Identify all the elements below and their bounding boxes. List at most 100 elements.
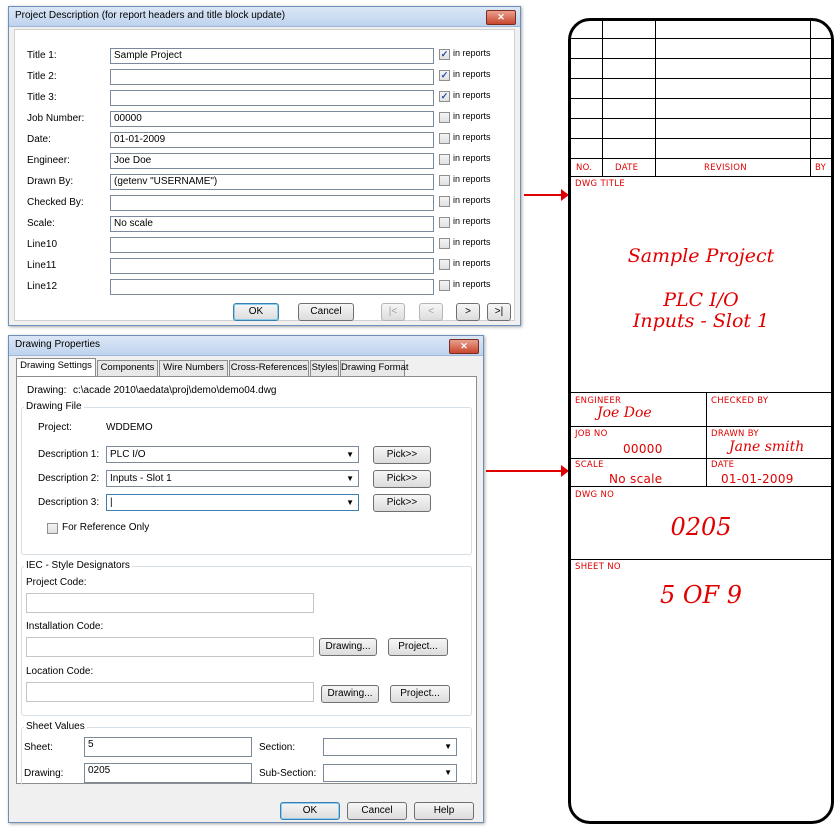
in-reports-checkbox[interactable] — [439, 196, 450, 207]
in-reports-label: in reports — [453, 69, 491, 79]
cancel-button[interactable]: Cancel — [347, 802, 407, 820]
in-reports-checkbox[interactable] — [439, 238, 450, 249]
drawn-by-label: DRAWN BY — [711, 429, 759, 439]
location-drawing-button[interactable]: Drawing... — [321, 685, 379, 703]
description-2-combo[interactable]: Inputs - Slot 1 ▼ — [106, 470, 359, 487]
in-reports-checkbox[interactable]: ✓ — [439, 91, 450, 102]
drawing-number-field[interactable]: 0205 — [84, 763, 252, 783]
in-reports-checkbox[interactable]: ✓ — [439, 70, 450, 81]
in-reports-checkbox[interactable] — [439, 133, 450, 144]
field-label: Title 2: — [27, 71, 57, 82]
field-value: (getenv "USERNAME") — [114, 176, 218, 187]
in-reports-checkbox[interactable] — [439, 259, 450, 270]
tab-drawing-settings[interactable]: Drawing Settings — [16, 358, 96, 376]
field-input[interactable]: Sample Project — [110, 48, 434, 64]
description-1-value: PLC I/O — [110, 449, 146, 460]
ok-button[interactable]: OK — [233, 303, 279, 321]
pick-button-1[interactable]: Pick>> — [373, 446, 431, 464]
installation-code-label: Installation Code: — [26, 621, 104, 632]
field-input[interactable]: Joe Doe — [110, 153, 434, 169]
grid-line — [571, 138, 831, 139]
field-input[interactable]: (getenv "USERNAME") — [110, 174, 434, 190]
scale-label: SCALE — [575, 460, 604, 470]
installation-drawing-button[interactable]: Drawing... — [319, 638, 377, 656]
field-input[interactable] — [110, 279, 434, 295]
field-label: Title 1: — [27, 50, 57, 61]
field-input[interactable]: 00000 — [110, 111, 434, 127]
field-input[interactable] — [110, 258, 434, 274]
arrow-to-scale — [486, 465, 569, 477]
rev-by-header: BY — [815, 163, 827, 173]
in-reports-checkbox[interactable] — [439, 280, 450, 291]
field-value: Sample Project — [114, 50, 182, 61]
sheet-field[interactable]: 5 — [84, 737, 252, 757]
field-label: Line12 — [27, 281, 58, 292]
grid-line — [571, 38, 831, 39]
grid-line — [571, 58, 831, 59]
cancel-button[interactable]: Cancel — [298, 303, 354, 321]
arrow-to-dwg-title — [524, 189, 569, 201]
location-project-button[interactable]: Project... — [390, 685, 450, 703]
tab-components[interactable]: Components — [97, 360, 158, 376]
installation-project-button[interactable]: Project... — [388, 638, 448, 656]
description-2-value: Inputs - Slot 1 — [110, 473, 172, 484]
project-description-dialog: Project Description (for report headers … — [8, 6, 521, 326]
field-input[interactable] — [110, 237, 434, 253]
next-record-button[interactable]: > — [456, 303, 480, 321]
tab-cross-references[interactable]: Cross-References — [229, 360, 309, 376]
tab-drawing-format[interactable]: Drawing Format — [340, 360, 409, 376]
field-label: Scale: — [27, 218, 55, 229]
section-combo[interactable]: ▼ — [323, 738, 457, 756]
field-input[interactable] — [110, 69, 434, 85]
pick-button-2[interactable]: Pick>> — [373, 470, 431, 488]
in-reports-checkbox[interactable] — [439, 175, 450, 186]
project-value: WDDEMO — [106, 422, 153, 433]
title-block: NO. DATE REVISION BY DWG TITLE Sample Pr… — [568, 18, 834, 824]
field-input[interactable]: No scale — [110, 216, 434, 232]
sheet-no-value: 5 OF 9 — [659, 581, 743, 609]
description-1-label: Description 1: — [38, 449, 100, 460]
in-reports-checkbox[interactable] — [439, 154, 450, 165]
description-1-combo[interactable]: PLC I/O ▼ — [106, 446, 359, 463]
grid-line — [706, 392, 707, 486]
location-code-field[interactable] — [26, 682, 314, 702]
close-button[interactable]: ✕ — [449, 339, 479, 354]
drawing-file-group-title: Drawing File — [24, 401, 84, 412]
previous-record-button[interactable]: < — [419, 303, 443, 321]
rev-no-header: NO. — [576, 163, 593, 173]
sheet-label: Sheet: — [24, 742, 53, 753]
field-input[interactable]: 01-01-2009 — [110, 132, 434, 148]
in-reports-label: in reports — [453, 258, 491, 268]
first-record-button[interactable]: |< — [381, 303, 405, 321]
last-record-button[interactable]: >| — [487, 303, 511, 321]
field-label: Checked By: — [27, 197, 84, 208]
dwg-no-label: DWG NO — [575, 490, 615, 500]
scale-value: No scale — [609, 472, 663, 486]
tab-wire-numbers[interactable]: Wire Numbers — [159, 360, 228, 376]
in-reports-label: in reports — [453, 48, 491, 58]
pick-button-3[interactable]: Pick>> — [373, 494, 431, 512]
in-reports-label: in reports — [453, 237, 491, 247]
field-input[interactable] — [110, 90, 434, 106]
project-code-field[interactable] — [26, 593, 314, 613]
ok-button[interactable]: OK — [280, 802, 340, 820]
grid-line — [571, 559, 831, 560]
in-reports-checkbox[interactable]: ✓ — [439, 49, 450, 60]
installation-code-field[interactable] — [26, 637, 314, 657]
drawing-number-label: Drawing: — [24, 768, 64, 779]
drawing-properties-dialog: Drawing Properties ✕ Drawing Settings Co… — [8, 335, 484, 823]
in-reports-label: in reports — [453, 90, 491, 100]
grid-line — [571, 392, 831, 393]
reference-only-checkbox[interactable] — [47, 523, 58, 534]
subsection-combo[interactable]: ▼ — [323, 764, 457, 782]
field-input[interactable] — [110, 195, 434, 211]
in-reports-checkbox[interactable] — [439, 217, 450, 228]
tab-styles[interactable]: Styles — [310, 360, 339, 376]
job-no-value: 00000 — [623, 442, 663, 456]
help-button[interactable]: Help — [414, 802, 474, 820]
drawing-properties-titlebar[interactable]: Drawing Properties ✕ — [9, 336, 483, 356]
description-3-combo[interactable]: | ▼ — [106, 494, 359, 511]
project-description-titlebar[interactable]: Project Description (for report headers … — [9, 7, 520, 27]
in-reports-checkbox[interactable] — [439, 112, 450, 123]
close-button[interactable]: ✕ — [486, 10, 516, 25]
